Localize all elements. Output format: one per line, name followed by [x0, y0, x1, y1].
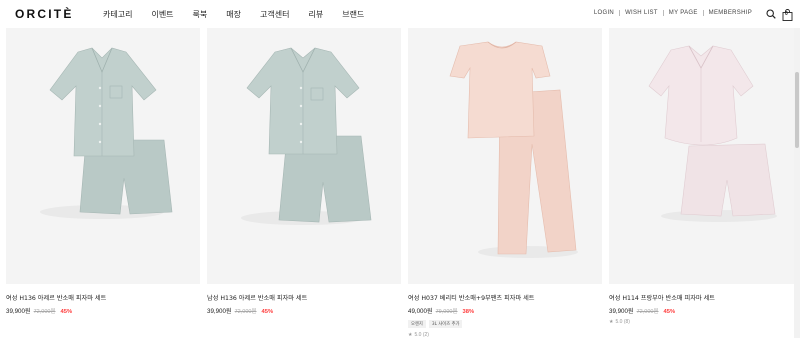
product-name[interactable]: 여성 H136 아제르 반소매 피자마 세트 — [6, 293, 200, 302]
cart-count: 0 — [785, 11, 788, 17]
sale-price: 39,900원 — [6, 308, 31, 315]
brand-logo[interactable]: ORCITÈ — [15, 7, 74, 21]
sale-price: 39,900원 — [207, 308, 232, 315]
wishlist-link[interactable]: WISH LIST — [625, 10, 658, 16]
nav-item-event[interactable]: 이벤트 — [151, 9, 173, 20]
main-nav: 카테고리 이벤트 룩북 매장 고객센터 리뷰 브랜드 — [103, 9, 383, 20]
nav-item-category[interactable]: 카테고리 — [103, 9, 132, 20]
original-price: 72,000원 — [33, 309, 56, 315]
product-tags: 오렌지 3L 사이즈 추가 — [408, 320, 602, 328]
scrollbar-thumb[interactable] — [795, 72, 799, 148]
mypage-link[interactable]: MY PAGE — [669, 10, 698, 16]
product-image[interactable] — [207, 28, 401, 284]
original-price: 72,000원 — [636, 309, 659, 315]
star-icon: ★ — [408, 332, 413, 338]
product-rating: ★ 5.0 (2) — [408, 332, 602, 338]
search-icon[interactable] — [766, 9, 776, 19]
product-card[interactable]: 여성 H114 프랑부아 반소매 피자마 세트 39,900원 72,000원 … — [609, 28, 800, 325]
nav-item-customer-center[interactable]: 고객센터 — [260, 9, 289, 20]
original-price: 79,000원 — [435, 309, 458, 315]
price-row: 39,900원 72,000원 45% — [207, 306, 401, 315]
login-link[interactable]: LOGIN — [594, 10, 614, 16]
rating-value: 5.0 (8) — [615, 319, 630, 325]
product-name[interactable]: 여성 H114 프랑부아 반소매 피자마 세트 — [609, 293, 800, 302]
divider — [662, 10, 664, 16]
shopping-bag-icon[interactable]: 0 — [782, 8, 793, 21]
nav-item-lookbook[interactable]: 룩북 — [193, 9, 208, 20]
tag-badge: 3L 사이즈 추가 — [428, 320, 463, 328]
utility-links: LOGIN WISH LIST MY PAGE MEMBERSHIP — [594, 10, 752, 16]
original-price: 72,000원 — [234, 309, 257, 315]
product-card[interactable]: 남성 H136 아제르 반소매 피자마 세트 39,900원 72,000원 4… — [207, 28, 401, 315]
star-icon: ★ — [609, 319, 614, 325]
site-header: ORCITÈ 카테고리 이벤트 룩북 매장 고객센터 리뷰 브랜드 LOGIN … — [0, 0, 800, 28]
price-row: 39,900원 72,000원 45% — [609, 306, 800, 315]
membership-link[interactable]: MEMBERSHIP — [709, 10, 752, 16]
product-image[interactable] — [609, 28, 800, 284]
nav-item-store[interactable]: 매장 — [226, 9, 241, 20]
product-name[interactable]: 남성 H136 아제르 반소매 피자마 세트 — [207, 293, 401, 302]
discount-rate: 45% — [663, 309, 676, 315]
product-rating: ★ 5.0 (8) — [609, 319, 800, 325]
price-row: 39,900원 72,000원 45% — [6, 306, 200, 315]
sale-price: 39,900원 — [609, 308, 634, 315]
discount-rate: 45% — [261, 309, 274, 315]
product-image[interactable] — [6, 28, 200, 284]
rating-value: 5.0 (2) — [414, 332, 429, 338]
nav-item-review[interactable]: 리뷰 — [308, 9, 323, 20]
nav-item-brand[interactable]: 브랜드 — [342, 9, 364, 20]
product-card[interactable]: 여성 H037 베리티 반소매+9부팬츠 피자마 세트 49,000원 79,0… — [408, 28, 602, 338]
tag-badge: 오렌지 — [408, 320, 426, 328]
discount-rate: 38% — [462, 309, 475, 315]
product-card[interactable]: 여성 H136 아제르 반소매 피자마 세트 39,900원 72,000원 4… — [6, 28, 200, 315]
vertical-scrollbar[interactable] — [794, 28, 800, 338]
divider — [702, 10, 704, 16]
price-row: 49,000원 79,000원 38% — [408, 306, 602, 315]
product-name[interactable]: 여성 H037 베리티 반소매+9부팬츠 피자마 세트 — [408, 293, 602, 302]
sale-price: 49,000원 — [408, 308, 433, 315]
divider — [619, 10, 621, 16]
discount-rate: 45% — [60, 309, 73, 315]
product-image[interactable] — [408, 28, 602, 284]
